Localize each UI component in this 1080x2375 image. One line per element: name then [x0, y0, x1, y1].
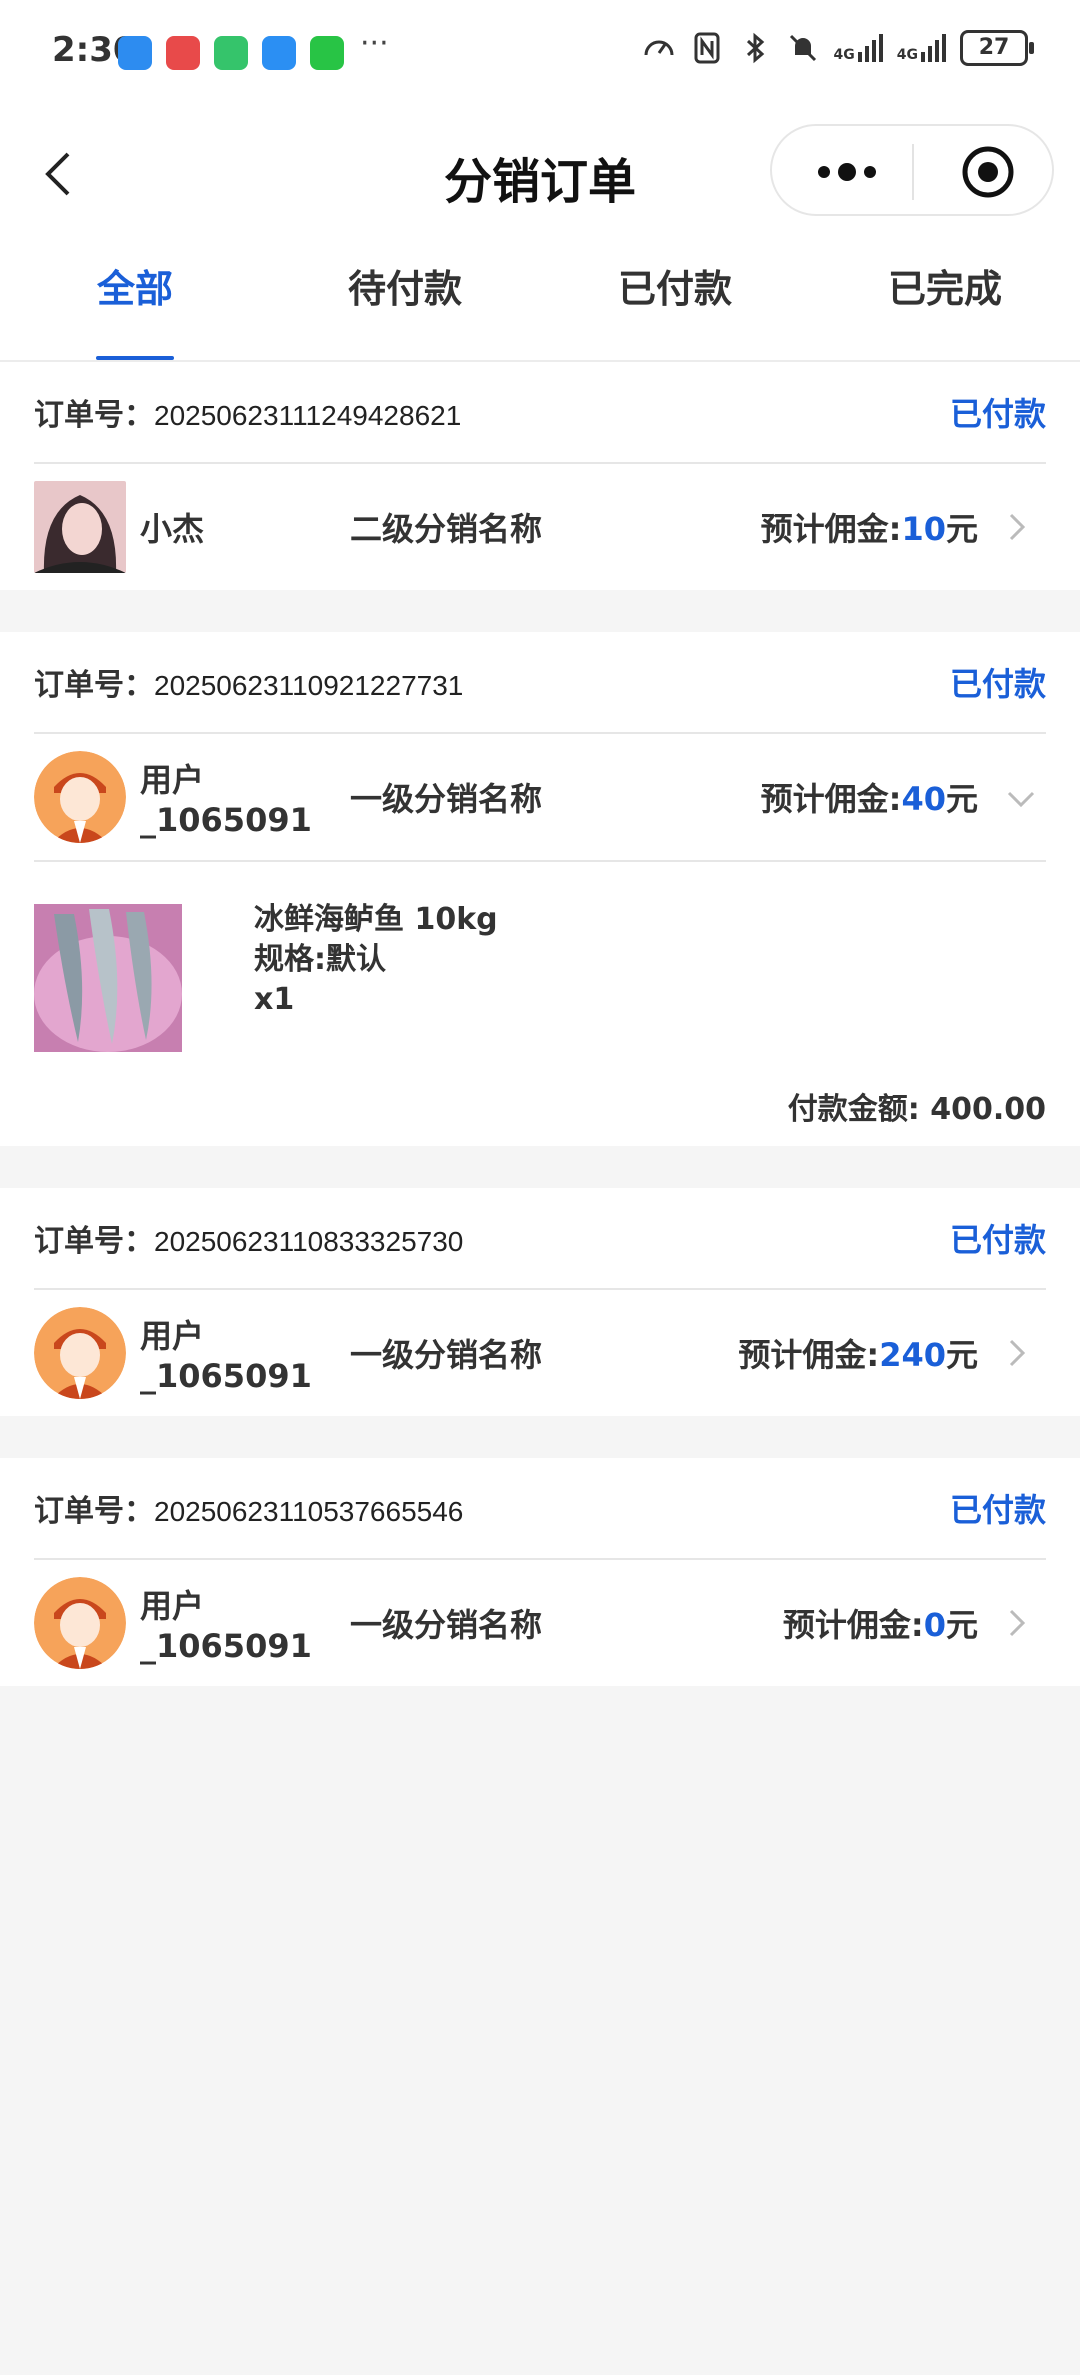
commission-amount: 240 [879, 1336, 946, 1374]
user-name: 用户_1065091 [140, 1317, 312, 1395]
estimated-commission: 预计佣金:40元 [761, 774, 978, 820]
commission-unit: 元 [945, 510, 978, 548]
estimated-commission: 预计佣金:240元 [738, 1330, 978, 1376]
mute-icon [789, 34, 816, 62]
chevron-right-icon[interactable] [1002, 1338, 1032, 1368]
order-number-label: 订单号： [34, 398, 154, 433]
avatar [34, 1307, 126, 1399]
order-status: 已付款 [949, 1221, 1046, 1259]
battery-icon: 27 [960, 30, 1034, 66]
order-list: 订单号：20250623111249428621 已付款 小杰 二级分销名称 预… [0, 362, 1080, 1686]
user-name: 用户_1065091 [140, 761, 312, 839]
order-number-value: 20250623111249428621 [154, 400, 462, 431]
distribution-level: 一级分销名称 [350, 1336, 543, 1374]
chevron-right-icon[interactable] [1002, 1608, 1032, 1638]
avatar [34, 751, 126, 843]
estimated-commission: 预计佣金:10元 [761, 504, 978, 550]
status-right: 4G 4G 27 [642, 30, 1034, 66]
tab-paid[interactable]: 已付款 [540, 238, 810, 360]
network-label-1: 4G [833, 47, 855, 63]
avatar [34, 481, 126, 573]
order-number: 订单号：20250623110833325730 [34, 1216, 463, 1260]
order-number-label: 订单号： [34, 668, 154, 703]
app-store-icon [118, 36, 152, 70]
commission-amount: 0 [923, 1606, 946, 1644]
commission-amount: 40 [901, 780, 946, 818]
nfc-icon [694, 32, 720, 64]
product-quantity: x1 [254, 982, 295, 1017]
commission-label: 预计佣金: [782, 1606, 924, 1644]
network-label-2: 4G [896, 47, 918, 63]
user-name: 小杰 [140, 510, 205, 548]
order-tabs: 全部 待付款 已付款 已完成 [0, 238, 1080, 362]
capsule-divider [912, 144, 914, 200]
order-number: 订单号：20250623110537665546 [34, 1486, 463, 1530]
commission-unit: 元 [945, 1336, 978, 1374]
order-number-value: 20250623110537665546 [154, 1496, 464, 1527]
commission-label: 预计佣金: [760, 780, 902, 818]
estimated-commission: 预计佣金:0元 [783, 1600, 978, 1646]
order-header: 订单号：20250623110921227731 已付款 [34, 632, 1046, 734]
order-card: 订单号：20250623110537665546 已付款 用户_1065091 … [0, 1458, 1080, 1686]
order-number-value: 20250623110921227731 [154, 670, 464, 701]
navigation-bar: 分销订单 [0, 104, 1080, 238]
more-notifications-icon: ··· [360, 26, 389, 61]
order-status: 已付款 [949, 1491, 1046, 1529]
order-summary-row[interactable]: 小杰 二级分销名称 预计佣金:10元 [34, 464, 1046, 590]
tab-all[interactable]: 全部 [0, 238, 270, 360]
commission-amount: 10 [901, 510, 946, 548]
order-number-label: 订单号： [34, 1494, 154, 1529]
commission-label: 预计佣金: [760, 510, 902, 548]
order-number: 订单号：20250623110921227731 [34, 660, 463, 704]
order-header: 订单号：20250623110833325730 已付款 [34, 1188, 1046, 1290]
order-card: 订单号：20250623110833325730 已付款 用户_1065091 … [0, 1188, 1080, 1416]
product-image [34, 904, 182, 1052]
more-icon[interactable] [812, 154, 882, 190]
avatar [34, 1577, 126, 1669]
network-4g-2: 4G [897, 34, 946, 62]
order-product-detail: 冰鲜海鲈鱼 10kg 规格:默认 x1 付款金额: 400.00 [34, 860, 1046, 1146]
distribution-level: 二级分销名称 [350, 510, 543, 548]
notification-icons [118, 36, 344, 70]
payment-amount: 付款金额: 400.00 [787, 1092, 1046, 1127]
distribution-level: 一级分销名称 [350, 1606, 543, 1644]
order-header: 订单号：20250623111249428621 已付款 [34, 362, 1046, 464]
chevron-right-icon[interactable] [1002, 512, 1032, 542]
order-card: 订单号：20250623111249428621 已付款 小杰 二级分销名称 预… [0, 362, 1080, 590]
close-miniprogram-icon[interactable] [960, 144, 1016, 200]
order-card: 订单号：20250623110921227731 已付款 用户_1065091 … [0, 632, 1080, 1146]
distribution-level: 一级分销名称 [350, 780, 543, 818]
order-header: 订单号：20250623110537665546 已付款 [34, 1458, 1046, 1560]
tab-completed[interactable]: 已完成 [810, 238, 1080, 360]
status-bar: 2:30 ··· 4G 4G 27 [0, 0, 1080, 104]
commission-unit: 元 [945, 780, 978, 818]
order-summary-row[interactable]: 用户_1065091 一级分销名称 预计佣金:40元 [34, 734, 1046, 860]
tab-pending-payment[interactable]: 待付款 [270, 238, 540, 360]
product-info: 冰鲜海鲈鱼 10kg 规格:默认 x1 [254, 900, 498, 1020]
order-number-label: 订单号： [34, 1224, 154, 1259]
wechat-icon [310, 36, 344, 70]
app-red-icon [166, 36, 200, 70]
battery-level: 27 [978, 35, 1010, 60]
bluetooth-icon [746, 32, 764, 64]
order-status: 已付款 [949, 395, 1046, 433]
speed-icon [644, 40, 674, 56]
order-number: 订单号：20250623111249428621 [34, 390, 461, 434]
network-4g-1: 4G [834, 34, 883, 62]
order-summary-row[interactable]: 用户_1065091 一级分销名称 预计佣金:0元 [34, 1560, 1046, 1686]
product-name: 冰鲜海鲈鱼 10kg [254, 902, 498, 937]
app-book-icon [262, 36, 296, 70]
order-number-value: 20250623110833325730 [154, 1226, 464, 1257]
chevron-down-icon[interactable] [1006, 784, 1036, 814]
app-green-icon [214, 36, 248, 70]
miniprogram-capsule [770, 124, 1054, 216]
header-area: 2:30 ··· 4G 4G 27 分销订单 全部 待付款 已付款 已完成 [0, 0, 1080, 362]
commission-label: 预计佣金: [738, 1336, 880, 1374]
commission-unit: 元 [945, 1606, 978, 1644]
user-name: 用户_1065091 [140, 1587, 312, 1665]
product-spec: 规格:默认 [254, 942, 386, 977]
order-status: 已付款 [949, 665, 1046, 703]
order-summary-row[interactable]: 用户_1065091 一级分销名称 预计佣金:240元 [34, 1290, 1046, 1416]
